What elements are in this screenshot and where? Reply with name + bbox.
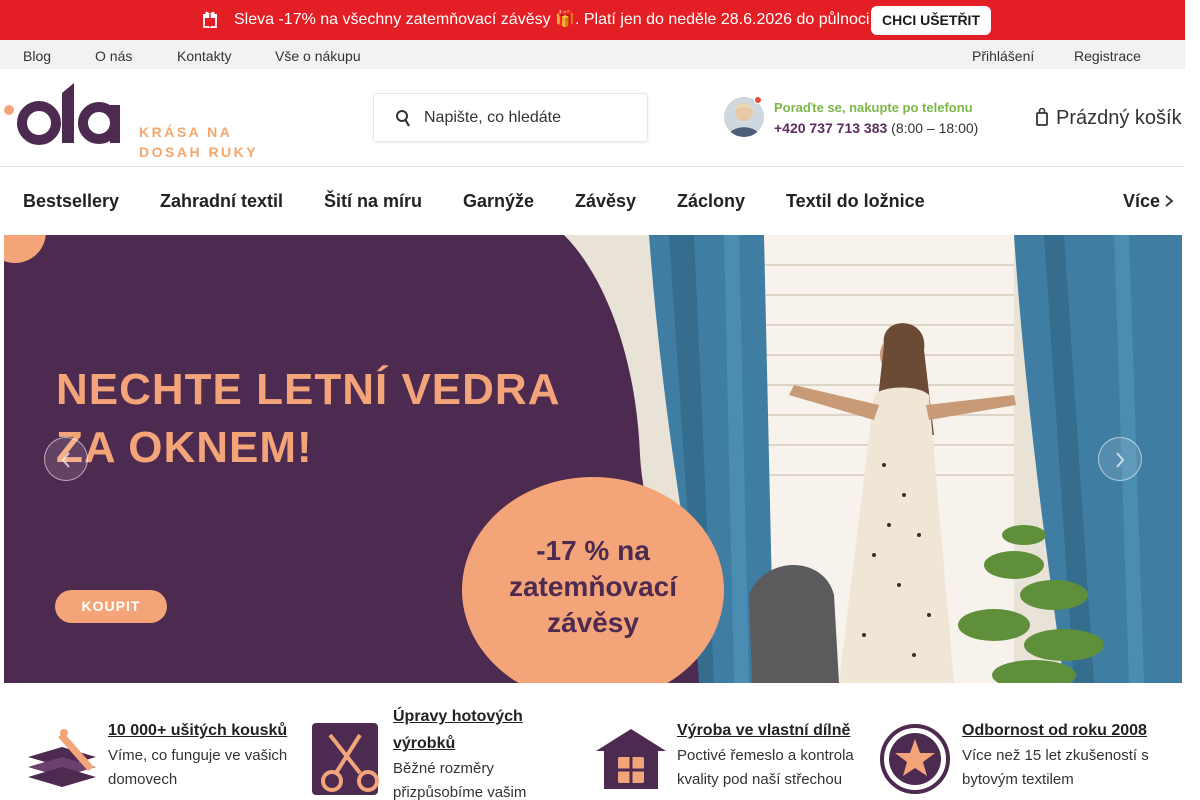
nav-item-zavesy[interactable]: Závěsy <box>575 191 636 212</box>
nav-item-siti-na-miru[interactable]: Šití na míru <box>324 191 422 212</box>
search-input[interactable] <box>424 104 634 132</box>
site-header: KRÁSA NA DOSAH RUKY Poraďte se, nakupte … <box>0 69 1185 167</box>
nav-item-zaclony[interactable]: Záclony <box>677 191 745 212</box>
phone-line: +420 737 713 383 (8:00 – 18:00) <box>774 120 978 136</box>
nav-item-zahradni-textil[interactable]: Zahradní textil <box>160 191 283 212</box>
chevron-right-icon <box>1116 452 1125 468</box>
logo-mark <box>4 83 120 145</box>
logo-tagline: KRÁSA NA DOSAH RUKY <box>139 124 259 160</box>
feature-desc: Víme, co funguje ve vašich domovech <box>108 747 288 788</box>
scissors-icon <box>312 723 379 795</box>
nav-item-bestsellery[interactable]: Bestsellery <box>23 191 119 212</box>
phone-hours: (8:00 – 18:00) <box>887 120 979 136</box>
gift-icon <box>203 11 217 28</box>
main-nav: Bestsellery Zahradní textil Šití na míru… <box>0 167 1185 235</box>
link-shopping-info[interactable]: Vše o nákupu <box>275 48 361 64</box>
feature-item: Odbornost od roku 2008 Více než 15 let z… <box>875 683 1185 800</box>
nav-item-more[interactable]: Více <box>1123 191 1160 212</box>
badge-line3: závěsy <box>547 607 639 638</box>
phone-number[interactable]: +420 737 713 383 <box>774 120 887 136</box>
feature-desc: Běžné rozměry přizpůsobíme vašim potřebá… <box>393 760 527 800</box>
fabric-stack-icon <box>28 729 96 787</box>
feature-item: Úpravy hotových výrobků Běžné rozměry př… <box>300 683 590 800</box>
link-register[interactable]: Registrace <box>1074 48 1141 64</box>
discount-badge-text: -17 % na zatemňovací závěsy <box>482 533 704 641</box>
feature-desc: Poctivé řemeslo a kontrola kvality pod n… <box>677 747 854 788</box>
search-box[interactable] <box>373 93 648 142</box>
cart-button[interactable]: Prázdný košík <box>1056 107 1182 130</box>
features-strip: 10 000+ ušitých kousků Víme, co funguje … <box>0 683 1185 800</box>
logo[interactable]: KRÁSA NA DOSAH RUKY <box>4 83 264 160</box>
online-status-dot <box>754 96 762 104</box>
house-icon <box>596 729 666 789</box>
chevron-left-icon <box>61 452 70 468</box>
cart-icon[interactable] <box>1036 107 1048 127</box>
nav-item-garnyze[interactable]: Garnýže <box>463 191 534 212</box>
link-blog[interactable]: Blog <box>23 48 51 64</box>
banner-headline-line2: ZA OKNEM! <box>56 423 313 472</box>
feature-item: Výroba ve vlastní dílně Poctivé řemeslo … <box>590 683 880 800</box>
phone-caption: Poraďte se, nakupte po telefonu <box>774 100 973 115</box>
feature-title[interactable]: Úpravy hotových výrobků <box>393 703 588 757</box>
top-links-bar: Blog O nás Kontakty Vše o nákupu Přihláš… <box>0 40 1185 69</box>
feature-title[interactable]: Výroba ve vlastní dílně <box>677 717 877 744</box>
chevron-down-icon[interactable] <box>1164 195 1174 207</box>
feature-item: 10 000+ ušitých kousků Víme, co funguje … <box>0 683 300 800</box>
promo-text: Sleva -17% na všechny zatemňovací závěsy… <box>234 11 870 28</box>
star-badge-icon <box>880 724 950 794</box>
badge-line1: -17 % na <box>536 535 650 566</box>
banner-headline-line1: NECHTE LETNÍ VEDRA <box>56 365 561 414</box>
nav-item-textil-do-loznice[interactable]: Textil do ložnice <box>786 191 925 212</box>
link-about[interactable]: O nás <box>95 48 132 64</box>
promo-save-button[interactable]: CHCI UŠETŘIT <box>871 6 991 35</box>
buy-button[interactable]: KOUPIT <box>55 590 167 623</box>
feature-desc: Více než 15 let zkušeností s bytovým tex… <box>962 747 1149 788</box>
carousel-prev-button[interactable] <box>44 437 88 481</box>
feature-title[interactable]: Odbornost od roku 2008 <box>962 717 1177 744</box>
search-icon[interactable] <box>396 108 410 128</box>
banner-headline: NECHTE LETNÍ VEDRA ZA OKNEM! <box>56 361 560 477</box>
promo-bar: Sleva -17% na všechny zatemňovací závěsy… <box>0 0 1185 40</box>
feature-title[interactable]: 10 000+ ušitých kousků <box>108 717 298 744</box>
hero-banner[interactable]: NECHTE LETNÍ VEDRA ZA OKNEM! -17 % na za… <box>4 235 1182 683</box>
carousel-next-button[interactable] <box>1098 437 1142 481</box>
badge-line2: zatemňovací <box>508 571 678 602</box>
link-login[interactable]: Přihlášení <box>972 48 1034 64</box>
link-contacts[interactable]: Kontakty <box>177 48 231 64</box>
